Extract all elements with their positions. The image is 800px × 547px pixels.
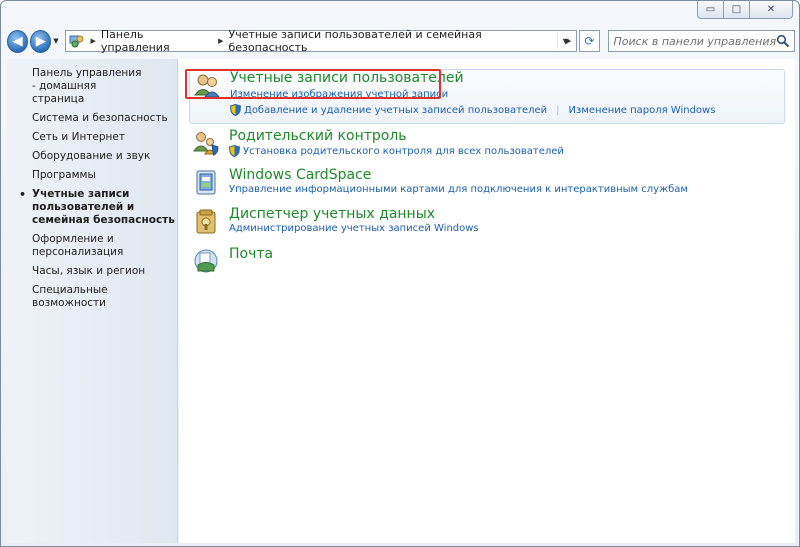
link-text[interactable]: Администрирование учетных записей Window… bbox=[229, 223, 479, 234]
link-manage-windows-credentials[interactable]: Администрирование учетных записей Window… bbox=[229, 223, 479, 234]
mail-icon[interactable] bbox=[192, 247, 220, 275]
sidebar-item-appearance[interactable]: Оформление и персонализация bbox=[32, 233, 147, 259]
sidebar: Панель управления - домашняя страница Си… bbox=[7, 59, 178, 543]
category-title-parental-controls[interactable]: Родительский контроль bbox=[229, 128, 407, 144]
parental-controls-task-row: Установка родительского контроля для все… bbox=[229, 145, 564, 157]
forward-button[interactable]: ▶ bbox=[30, 29, 52, 53]
control-panel-icon bbox=[69, 35, 84, 48]
uac-shield-icon bbox=[230, 104, 241, 116]
breadcrumb-control-panel[interactable]: Панель управления bbox=[101, 28, 215, 54]
search-icon[interactable] bbox=[776, 34, 790, 48]
refresh-button[interactable]: ⟳ bbox=[579, 30, 600, 52]
search-input[interactable] bbox=[613, 34, 789, 48]
category-parental-controls: Родительский контроль Установка родитель… bbox=[189, 128, 785, 164]
category-credential-manager: Диспетчер учетных данных Администрирован… bbox=[189, 206, 785, 242]
back-button[interactable]: ◀ bbox=[7, 29, 29, 53]
close-button[interactable]: ✕ bbox=[749, 1, 793, 19]
address-bar[interactable]: ▶ Панель управления ▶ Учетные записи пол… bbox=[64, 28, 578, 54]
navigation-toolbar: ◀ ▶ ▼ ▶ Панель управления ▶ Учетные запи… bbox=[7, 27, 796, 55]
category-cardspace: Windows CardSpace Управление информацион… bbox=[189, 167, 785, 203]
highlight-annotation bbox=[185, 69, 441, 99]
credential-manager-icon[interactable] bbox=[192, 207, 220, 235]
link-add-remove-accounts[interactable]: Добавление и удаление учетных записей по… bbox=[244, 105, 547, 116]
sidebar-item-home[interactable]: Панель управления - домашняя страница bbox=[32, 67, 147, 106]
sidebar-item-hardware-sound[interactable]: Оборудование и звук bbox=[32, 150, 177, 163]
link-text[interactable]: Управление информационными картами для п… bbox=[229, 184, 688, 195]
breadcrumb-separator: ▶ bbox=[90, 37, 96, 45]
recent-pages-dropdown[interactable]: ▼ bbox=[53, 37, 60, 45]
category-title-credential-manager[interactable]: Диспетчер учетных данных bbox=[229, 206, 435, 222]
address-dropdown-button[interactable]: ▼ bbox=[557, 33, 573, 49]
control-panel-window: ▭ □ ✕ ◀ ▶ ▼ ▶ Панель управления ▶ Учетны… bbox=[0, 0, 800, 547]
link-separator: | bbox=[556, 104, 560, 116]
category-title-mail[interactable]: Почта bbox=[229, 246, 273, 262]
main-content: Учетные записи пользователей Изменение и… bbox=[179, 59, 795, 543]
link-manage-information-cards[interactable]: Управление информационными картами для п… bbox=[229, 184, 688, 195]
parental-control-icon[interactable] bbox=[192, 129, 220, 157]
sidebar-item-programs[interactable]: Программы bbox=[32, 169, 177, 182]
category-title-cardspace[interactable]: Windows CardSpace bbox=[229, 167, 371, 183]
sidebar-item-clock-region[interactable]: Часы, язык и регион bbox=[32, 265, 177, 278]
sidebar-item-ease-of-access[interactable]: Специальные возможности bbox=[32, 284, 177, 310]
breadcrumb-separator[interactable]: ▶ bbox=[218, 37, 223, 45]
maximize-button[interactable]: □ bbox=[723, 1, 750, 19]
category-mail: Почта bbox=[189, 246, 785, 276]
user-accounts-task-row: Добавление и удаление учетных записей по… bbox=[230, 104, 715, 116]
cardspace-icon[interactable] bbox=[192, 168, 220, 196]
link-change-windows-password[interactable]: Изменение пароля Windows bbox=[569, 105, 716, 116]
search-box[interactable] bbox=[607, 30, 796, 52]
link-setup-parental-controls[interactable]: Установка родительского контроля для все… bbox=[243, 146, 564, 157]
uac-shield-icon bbox=[229, 145, 240, 157]
sidebar-item-user-accounts[interactable]: Учетные записи пользователей и семейная … bbox=[19, 188, 177, 227]
caption-buttons: ▭ □ ✕ bbox=[697, 1, 793, 19]
sidebar-item-network-internet[interactable]: Сеть и Интернет bbox=[32, 131, 177, 144]
breadcrumb-user-accounts[interactable]: Учетные записи пользователей и семейная … bbox=[229, 28, 563, 54]
minimize-button[interactable]: ▭ bbox=[697, 1, 724, 19]
sidebar-item-system-security[interactable]: Система и безопасность bbox=[32, 112, 177, 125]
